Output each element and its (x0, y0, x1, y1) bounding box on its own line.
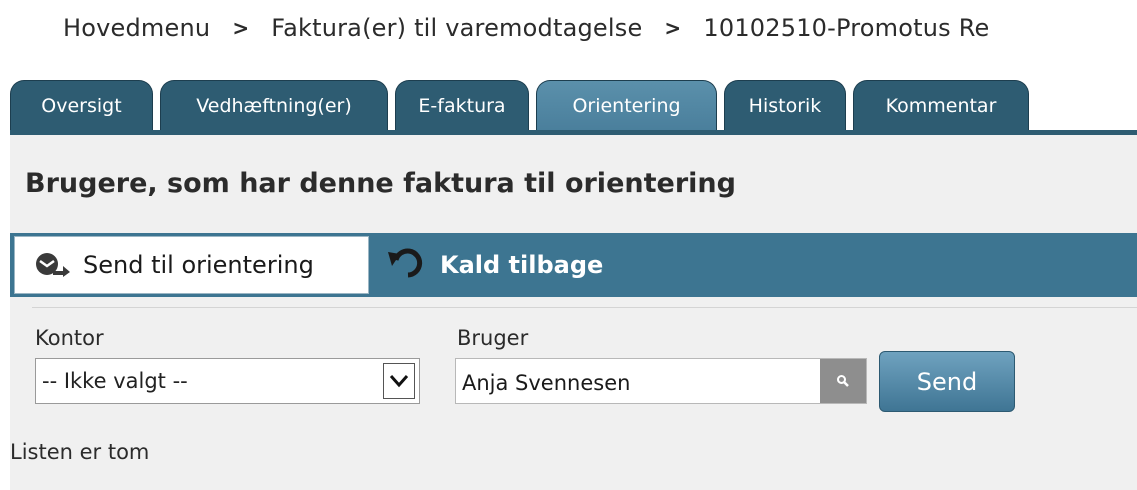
breadcrumb-item-home[interactable]: Hovedmenu (63, 14, 210, 42)
send-orientation-icon (35, 249, 71, 281)
office-label: Kontor (35, 326, 104, 350)
send-button[interactable]: Send (879, 351, 1015, 412)
tab-label: Oversigt (41, 94, 122, 117)
tab-kommentar[interactable]: Kommentar (853, 80, 1029, 130)
recall-button[interactable]: Kald tilbage (386, 236, 603, 294)
tab-historik[interactable]: Historik (724, 80, 846, 130)
undo-arrow-icon (386, 248, 426, 282)
search-icon[interactable] (820, 359, 866, 403)
tab-label: E-faktura (418, 94, 506, 117)
tab-vedhaeftninger[interactable]: Vedhæftning(er) (160, 80, 388, 130)
user-label: Bruger (457, 326, 529, 350)
send-button-label: Send (916, 367, 978, 396)
chevron-down-icon[interactable] (383, 363, 415, 399)
breadcrumb-item-invoices[interactable]: Faktura(er) til varemodtagelse (271, 14, 642, 42)
tab-bar: Oversigt Vedhæftning(er) E-faktura Orien… (10, 80, 1137, 130)
user-field-value: Anja Svennesen (462, 371, 631, 395)
office-select[interactable]: -- Ikke valgt -- (35, 358, 420, 404)
breadcrumb-separator: > (232, 16, 250, 40)
user-field[interactable]: Anja Svennesen (455, 358, 867, 404)
recall-label: Kald tilbage (440, 251, 604, 279)
send-to-orientation-button[interactable]: Send til orientering (14, 236, 369, 294)
divider (32, 307, 1137, 308)
tab-label: Kommentar (885, 94, 997, 117)
page-title: Brugere, som har denne faktura til orien… (25, 168, 736, 199)
tab-orientering[interactable]: Orientering (536, 80, 717, 130)
empty-list-message: Listen er tom (10, 440, 150, 464)
send-to-orientation-label: Send til orientering (83, 251, 314, 279)
tab-e-faktura[interactable]: E-faktura (395, 80, 529, 130)
tab-oversigt[interactable]: Oversigt (10, 80, 153, 130)
breadcrumb-separator: > (664, 16, 682, 40)
tab-label: Orientering (572, 94, 681, 117)
office-select-value: -- Ikke valgt -- (42, 369, 188, 393)
tab-label: Vedhæftning(er) (196, 94, 352, 117)
breadcrumb-item-current: 10102510-Promotus Re (703, 14, 990, 42)
breadcrumb: Hovedmenu > Faktura(er) til varemodtagelse… (63, 14, 989, 42)
tab-label: Historik (748, 94, 822, 117)
